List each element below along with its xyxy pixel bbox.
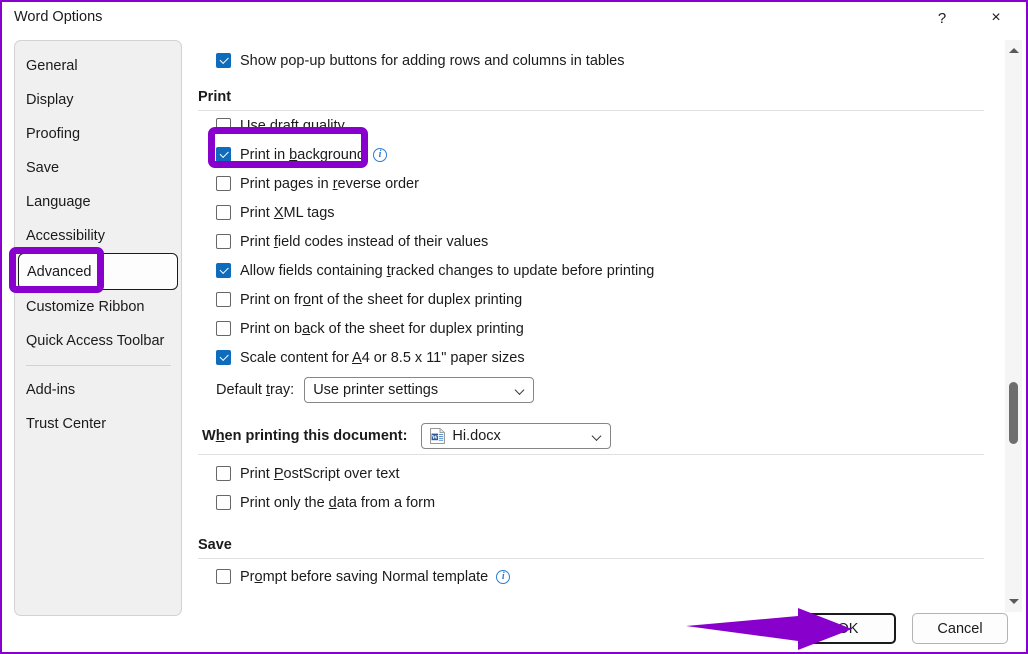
sidebar-item-general[interactable]: General — [15, 49, 181, 83]
sidebar-item-quick-access-toolbar[interactable]: Quick Access Toolbar — [15, 324, 181, 358]
sidebar-top-spacer — [15, 41, 181, 49]
info-icon[interactable]: i — [372, 147, 387, 162]
checkbox-show-popup-buttons[interactable] — [216, 53, 231, 68]
sidebar-item-label: Customize Ribbon — [26, 299, 145, 315]
checkbox-print-data-only[interactable] — [216, 495, 231, 510]
sidebar-item-label: Save — [26, 160, 60, 176]
option-row-print-postscript[interactable]: Print PostScript over text — [194, 459, 994, 488]
sidebar-item-display[interactable]: Display — [15, 83, 181, 117]
option-label: Print in background — [240, 146, 365, 163]
word-options-dialog: Word Options ? × General Display Proofin… — [0, 0, 1028, 654]
option-row-print-front-duplex[interactable]: Print on front of the sheet for duplex p… — [194, 285, 994, 314]
checkbox-scale-content[interactable] — [216, 350, 231, 365]
option-label: Show pop-up buttons for adding rows and … — [240, 52, 625, 69]
scrollbar-thumb[interactable] — [1009, 382, 1018, 444]
help-icon[interactable]: ? — [920, 2, 964, 34]
chevron-down-icon — [516, 386, 525, 395]
when-printing-label: When printing this document: — [202, 428, 408, 444]
sidebar-item-label: Proofing — [26, 126, 81, 142]
option-label: Print on back of the sheet for duplex pr… — [240, 320, 524, 337]
sidebar-divider — [26, 365, 171, 366]
option-label: Use draft quality — [240, 117, 345, 134]
sidebar-item-label: Accessibility — [26, 228, 105, 244]
option-label: Print field codes instead of their value… — [240, 233, 489, 250]
section-heading-print: Print — [198, 89, 232, 105]
option-row-show-popup-buttons[interactable]: Show pop-up buttons for adding rows and … — [194, 46, 994, 75]
option-row-print-data-only[interactable]: Print only the data from a form — [194, 488, 994, 517]
option-label: Prompt before saving Normal template — [240, 568, 489, 585]
when-printing-document-value: Hi.docx — [452, 428, 501, 444]
ok-button[interactable]: OK — [800, 613, 896, 644]
checkbox-use-draft-quality[interactable] — [216, 118, 231, 133]
checkbox-print-xml-tags[interactable] — [216, 205, 231, 220]
option-row-print-xml-tags[interactable]: Print XML tags — [194, 198, 994, 227]
sidebar-item-label: Advanced — [27, 263, 92, 280]
cancel-button[interactable]: Cancel — [912, 613, 1008, 644]
sidebar-item-customize-ribbon[interactable]: Customize Ribbon — [15, 290, 181, 324]
chevron-down-icon — [593, 432, 602, 441]
options-content: Show pop-up buttons for adding rows and … — [194, 40, 994, 591]
sidebar-item-label: Language — [26, 194, 91, 210]
close-icon[interactable]: × — [974, 2, 1018, 34]
option-row-allow-tracked-changes-update[interactable]: Allow fields containing tracked changes … — [194, 256, 994, 285]
option-label: Print PostScript over text — [240, 465, 400, 482]
option-label: Print XML tags — [240, 204, 335, 221]
option-label: Scale content for A4 or 8.5 x 11" paper … — [240, 349, 525, 366]
vertical-scrollbar[interactable] — [1005, 40, 1022, 612]
checkbox-print-reverse-order[interactable] — [216, 176, 231, 191]
sidebar-item-label: Quick Access Toolbar — [26, 333, 165, 349]
sidebar-item-add-ins[interactable]: Add-ins — [15, 373, 181, 407]
checkbox-prompt-normal-template[interactable] — [216, 569, 231, 584]
options-panel: Show pop-up buttons for adding rows and … — [194, 40, 1012, 610]
option-label: Allow fields containing tracked changes … — [240, 262, 655, 279]
checkbox-print-field-codes[interactable] — [216, 234, 231, 249]
section-divider-when-printing — [198, 454, 984, 455]
option-label: Print only the data from a form — [240, 494, 436, 511]
checkbox-print-postscript[interactable] — [216, 466, 231, 481]
sidebar-item-label: Add-ins — [26, 382, 76, 398]
scroll-up-arrow-icon[interactable] — [1005, 42, 1022, 59]
sidebar-item-advanced[interactable]: Advanced — [18, 253, 178, 290]
option-row-print-reverse-order[interactable]: Print pages in reverse order — [194, 169, 994, 198]
option-label: Print pages in reverse order — [240, 175, 419, 192]
checkbox-print-back-duplex[interactable] — [216, 321, 231, 336]
option-row-print-field-codes[interactable]: Print field codes instead of their value… — [194, 227, 994, 256]
section-heading-save: Save — [198, 537, 232, 553]
option-row-print-in-background[interactable]: Print in background i — [194, 140, 994, 169]
scroll-down-arrow-icon[interactable] — [1005, 593, 1022, 610]
option-row-print-back-duplex[interactable]: Print on back of the sheet for duplex pr… — [194, 314, 994, 343]
sidebar-item-label: Display — [26, 92, 74, 108]
default-tray-row: Default tray: Use printer settings — [194, 372, 994, 408]
when-printing-row: When printing this document: W Hi.docx — [194, 418, 994, 454]
sidebar-item-proofing[interactable]: Proofing — [15, 117, 181, 151]
sidebar-item-language[interactable]: Language — [15, 185, 181, 219]
when-printing-document-select[interactable]: W Hi.docx — [421, 423, 612, 449]
option-row-scale-content[interactable]: Scale content for A4 or 8.5 x 11" paper … — [194, 343, 994, 372]
sidebar-item-accessibility[interactable]: Accessibility — [15, 219, 181, 253]
section-divider-save — [198, 558, 984, 559]
option-row-prompt-normal-template[interactable]: Prompt before saving Normal template i — [194, 562, 994, 591]
default-tray-select[interactable]: Use printer settings — [304, 377, 535, 403]
sidebar-item-save[interactable]: Save — [15, 151, 181, 185]
option-row-use-draft-quality[interactable]: Use draft quality — [194, 111, 994, 140]
sidebar-item-label: Trust Center — [26, 416, 107, 432]
default-tray-value: Use printer settings — [313, 382, 439, 398]
default-tray-label: Default tray: — [216, 382, 295, 398]
title-bar: Word Options ? × — [2, 2, 1026, 36]
sidebar-item-label: General — [26, 58, 78, 74]
checkbox-print-in-background[interactable] — [216, 147, 231, 162]
sidebar-nav: General Display Proofing Save Language A… — [14, 40, 182, 616]
svg-text:W: W — [432, 434, 439, 441]
option-label: Print on front of the sheet for duplex p… — [240, 291, 523, 308]
checkbox-print-front-duplex[interactable] — [216, 292, 231, 307]
info-icon[interactable]: i — [496, 569, 511, 584]
sidebar-item-trust-center[interactable]: Trust Center — [15, 407, 181, 441]
window-title: Word Options — [14, 9, 103, 25]
checkbox-allow-tracked-changes-update[interactable] — [216, 263, 231, 278]
word-document-icon: W — [430, 428, 446, 444]
